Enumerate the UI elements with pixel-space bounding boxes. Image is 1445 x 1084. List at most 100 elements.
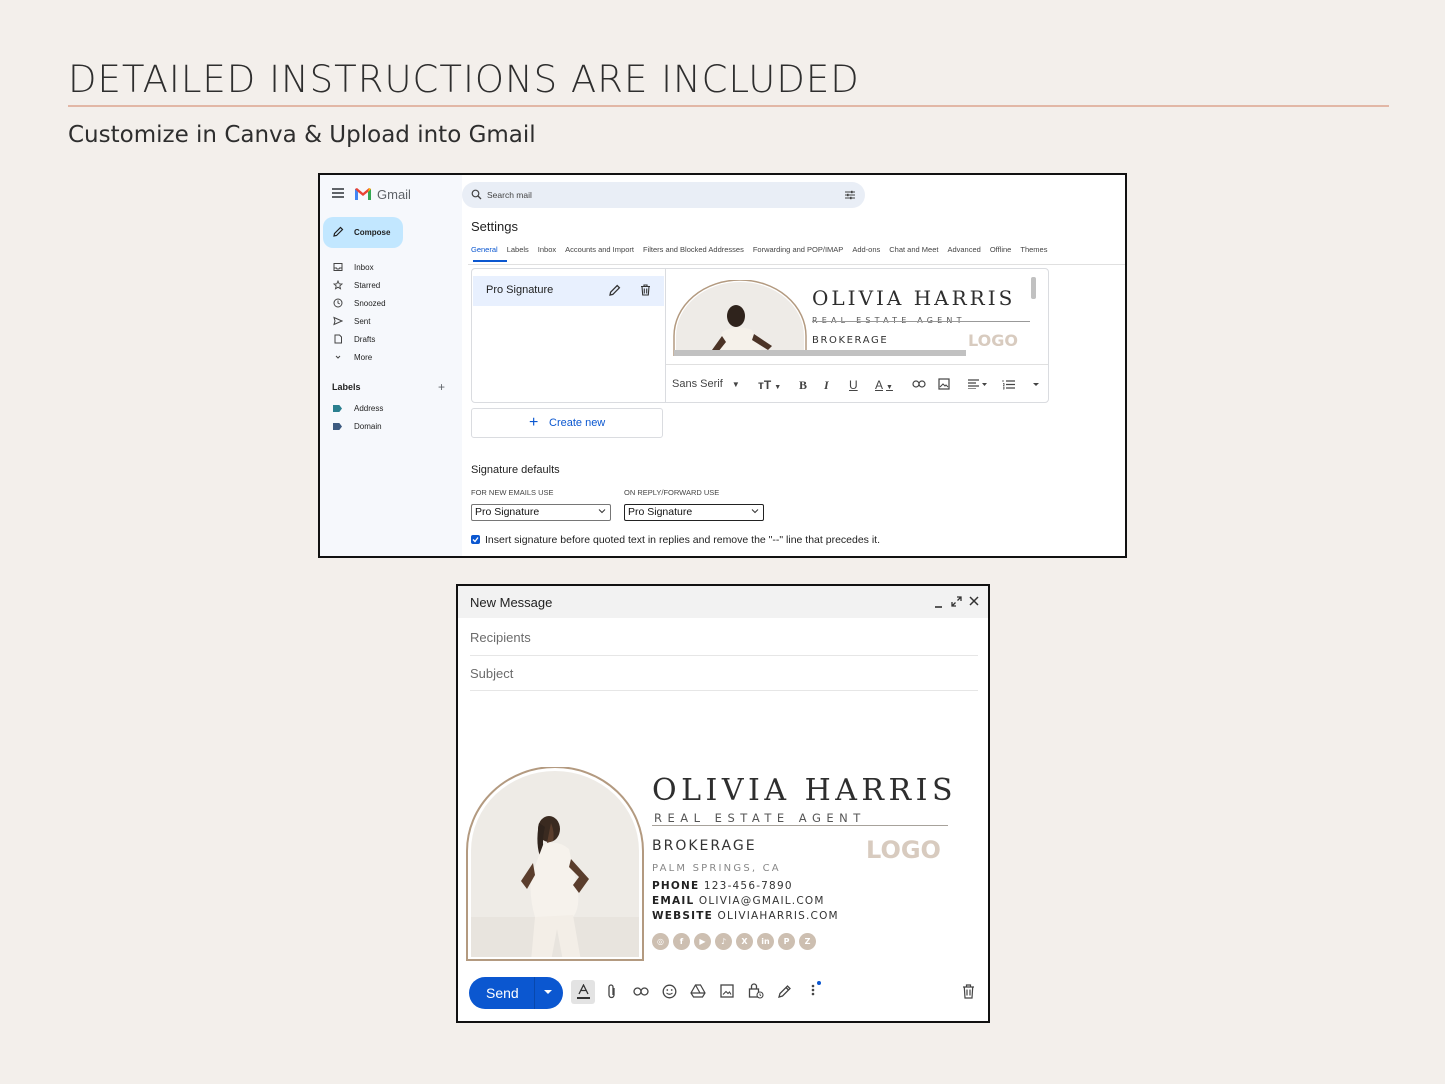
formatting-options-button[interactable] [571,980,595,1004]
instagram-icon[interactable]: ◎ [652,933,669,950]
nav-label: Drafts [354,335,376,344]
chevron-down-icon [751,509,759,514]
trash-icon[interactable] [640,284,651,296]
insert-signature-checkbox[interactable] [471,535,480,544]
preview-name: OLIVIA HARRIS [812,286,1016,310]
compose-button[interactable]: Compose [323,217,403,248]
preview-logo: LOGO [968,331,1018,350]
font-family-select[interactable]: Sans Serif ▼ [672,378,740,390]
reply-forward-value: Pro Signature [628,506,693,518]
text-color-icon[interactable]: A ▼ [875,378,893,392]
search-input[interactable]: Search mail [487,190,532,200]
recipients-field[interactable]: Recipients [470,630,531,645]
horizontal-scrollbar[interactable] [674,350,966,356]
insert-photo-icon[interactable] [720,984,734,998]
font-size-icon[interactable]: тT ▼ [758,378,781,392]
preview-role: REAL ESTATE AGENT [812,310,966,328]
send-icon [333,316,343,326]
attach-icon[interactable] [606,984,618,1000]
close-icon[interactable] [969,596,979,606]
link-icon[interactable] [633,987,649,996]
clock-icon [333,298,343,308]
vertical-scrollbar[interactable] [1031,277,1036,299]
signature-list-item[interactable]: Pro Signature [473,276,664,306]
bold-icon[interactable]: B [799,378,807,393]
minimize-icon[interactable] [934,599,943,608]
search-options-icon[interactable] [844,190,856,200]
subject-field[interactable]: Subject [470,666,513,681]
new-emails-select[interactable]: Pro Signature [471,504,611,521]
nav-label: Sent [354,317,371,326]
signature-brokerage: BROKERAGE [652,838,757,854]
tab-accounts[interactable]: Accounts and Import [565,245,634,254]
chevron-down-icon [598,509,606,514]
align-icon[interactable] [967,379,989,389]
search-bar[interactable]: Search mail [462,182,865,208]
tab-offline[interactable]: Offline [990,245,1012,254]
zillow-icon[interactable]: Z [799,933,816,950]
link-icon[interactable] [912,380,926,388]
create-new-signature-button[interactable]: + Create new [471,408,663,438]
new-message-window: New Message Recipients Subject OLIVIA HA… [456,584,990,1023]
signature-rule [652,825,948,826]
more-options-icon[interactable] [809,981,821,997]
youtube-icon[interactable]: ▶ [694,933,711,950]
recipients-rule [470,655,978,656]
website-label: WEBSITE [652,910,713,922]
add-label-button[interactable]: + [438,380,445,394]
tab-general[interactable]: General [471,245,498,254]
gmail-sidebar: Gmail Compose Inbox Starred Snoozed Sent… [320,175,462,556]
text-format-icon [577,984,590,999]
linkedin-icon[interactable]: in [757,933,774,950]
email-value: OLIVIA@GMAIL.COM [698,895,825,907]
draft-icon [334,334,342,344]
tab-themes[interactable]: Themes [1020,245,1047,254]
signature-email: EMAIL OLIVIA@GMAIL.COM [652,895,825,907]
reply-forward-label: ON REPLY/FORWARD USE [624,488,720,497]
tab-advanced[interactable]: Advanced [947,245,980,254]
tab-filters[interactable]: Filters and Blocked Addresses [643,245,744,254]
gmail-settings-screenshot: Gmail Compose Inbox Starred Snoozed Sent… [318,173,1127,558]
emoji-icon[interactable] [662,984,677,999]
expand-icon[interactable] [951,596,962,607]
star-icon [333,280,343,290]
pencil-icon [333,226,344,237]
send-button[interactable]: Send [469,977,563,1009]
italic-icon[interactable]: I [824,378,829,393]
edit-pencil-icon[interactable] [609,284,621,296]
nav-label: Snoozed [354,299,386,308]
facebook-icon[interactable]: f [673,933,690,950]
gmail-logo-icon [355,188,371,200]
x-icon[interactable]: X [736,933,753,950]
signature-phone: PHONE 123-456-7890 [652,880,793,892]
signature-pen-icon[interactable] [777,984,792,999]
discard-draft-icon[interactable] [962,984,975,999]
tab-addons[interactable]: Add-ons [852,245,880,254]
underline-icon[interactable]: U [849,378,858,392]
portrait-arch-image [673,280,807,356]
insert-image-icon[interactable] [938,378,950,390]
more-options-caret-icon[interactable] [1032,382,1040,387]
tiktok-icon[interactable]: ♪ [715,933,732,950]
tab-forwarding[interactable]: Forwarding and POP/IMAP [753,245,843,254]
drive-icon[interactable] [690,984,706,998]
pinterest-icon[interactable]: P [778,933,795,950]
active-tab-indicator [473,260,507,262]
reply-forward-select[interactable]: Pro Signature [624,504,764,521]
signature-defaults-title: Signature defaults [471,464,560,476]
insert-signature-label: Insert signature before quoted text in r… [485,534,881,546]
hamburger-menu-icon[interactable] [332,188,344,200]
tab-chat[interactable]: Chat and Meet [889,245,938,254]
signature-preview: OLIVIA HARRIS REAL ESTATE AGENT BROKERAG… [666,270,1036,363]
tab-labels[interactable]: Labels [507,245,529,254]
tab-inbox[interactable]: Inbox [538,245,556,254]
confidential-mode-icon[interactable] [748,982,764,999]
new-message-header: New Message [458,586,988,618]
send-options-caret-icon[interactable] [543,989,553,995]
page-heading: DETAILED INSTRUCTIONS ARE INCLUDED [68,58,860,101]
numbered-list-icon[interactable] [1002,379,1016,390]
signature-location: PALM SPRINGS, CA [652,863,781,874]
new-message-title: New Message [470,595,553,610]
heading-divider [68,105,1389,107]
send-label: Send [486,985,519,1001]
